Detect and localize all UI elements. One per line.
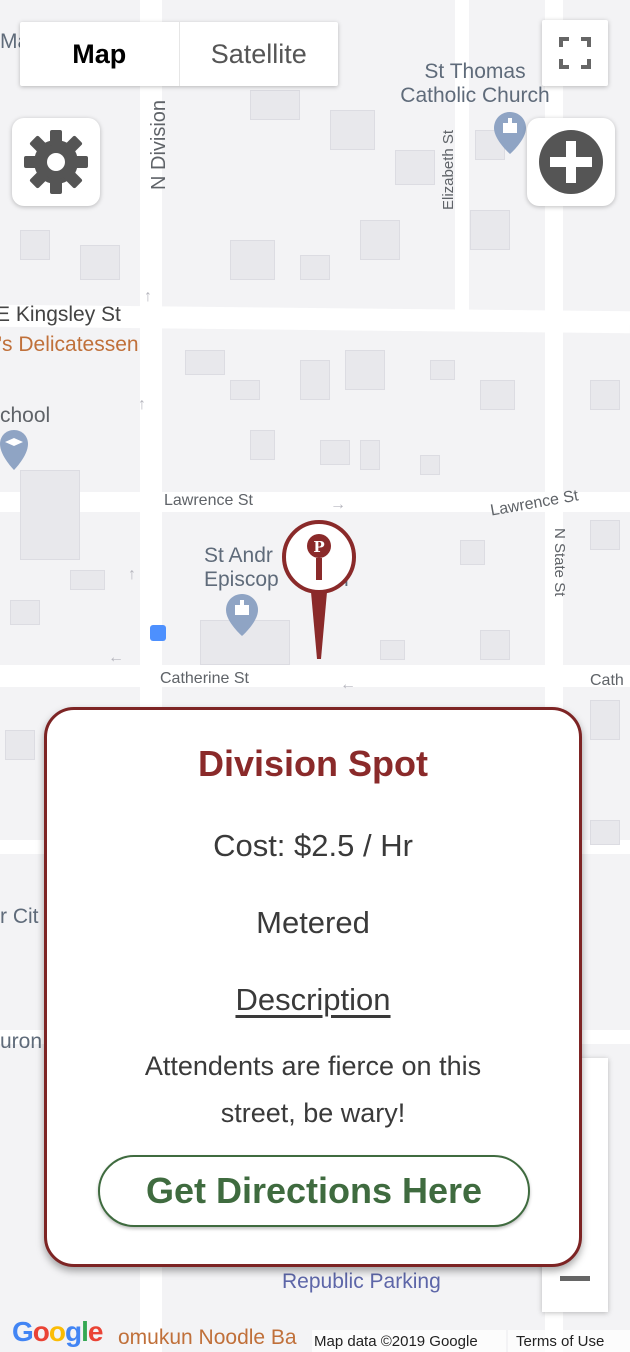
poi-label-delicatessen: 's Delicatessen xyxy=(0,333,139,356)
map-type-map-button[interactable]: Map xyxy=(20,22,179,86)
road xyxy=(455,0,469,330)
map-type-satellite-button[interactable]: Satellite xyxy=(178,22,339,86)
poi-label-st-thomas: St Thomas Catholic Church xyxy=(400,60,550,107)
gear-icon xyxy=(24,130,88,194)
building xyxy=(360,220,400,260)
terms-text: Terms of Use xyxy=(516,1332,605,1350)
church-icon xyxy=(226,594,258,636)
poi-label-noodle: omukun Noodle Ba xyxy=(118,1326,297,1349)
street-label-lawrence-left: Lawrence St xyxy=(164,492,253,509)
plus-circle-icon xyxy=(539,130,603,194)
street-label-n-division: N Division xyxy=(148,99,170,190)
parking-spot-popup: Division Spot Cost: $2.5 / Hr Metered De… xyxy=(44,707,582,1267)
street-label-elizabeth: Elizabeth St xyxy=(440,129,457,210)
building xyxy=(430,360,455,380)
building xyxy=(250,90,300,120)
bus-stop-icon xyxy=(150,625,166,641)
building xyxy=(230,380,260,400)
building xyxy=(330,110,375,150)
description-heading-text: Description xyxy=(235,982,391,1017)
spot-type: Metered xyxy=(256,905,370,940)
map-data-attribution: Map data ©2019 Google xyxy=(312,1330,506,1352)
building xyxy=(590,520,620,550)
building xyxy=(590,380,620,410)
building xyxy=(345,350,385,390)
poi-label-r-cit: r Cit xyxy=(0,905,39,928)
one-way-arrow: ← xyxy=(108,649,124,666)
one-way-arrow: → xyxy=(330,496,346,513)
add-button[interactable] xyxy=(527,118,615,206)
building xyxy=(185,350,225,375)
road xyxy=(0,665,630,687)
description-heading: Description xyxy=(47,982,579,1018)
building xyxy=(20,470,80,560)
building xyxy=(5,730,35,760)
building xyxy=(20,230,50,260)
spot-cost: Cost: $2.5 / Hr xyxy=(213,828,413,863)
building xyxy=(480,380,515,410)
building xyxy=(320,440,350,465)
marker-label: P xyxy=(313,538,324,556)
building xyxy=(590,820,620,845)
building xyxy=(395,150,435,185)
one-way-arrow: ↑ xyxy=(138,396,146,413)
building xyxy=(480,630,510,660)
fullscreen-icon xyxy=(559,37,591,69)
building xyxy=(300,255,330,280)
google-logo[interactable]: Google xyxy=(12,1316,103,1348)
spot-description: Attendents are fierce on this street, be… xyxy=(144,1051,482,1128)
building xyxy=(590,700,620,740)
building xyxy=(460,540,485,565)
school-icon xyxy=(0,430,28,470)
terms-of-use-link[interactable]: Terms of Use xyxy=(508,1330,630,1352)
building xyxy=(80,245,120,280)
poi-label-republic-parking: Republic Parking xyxy=(282,1270,441,1293)
building xyxy=(360,440,380,470)
settings-button[interactable] xyxy=(12,118,100,206)
one-way-arrow: ↑ xyxy=(128,566,136,583)
building xyxy=(10,600,40,625)
spot-title: Division Spot xyxy=(197,743,428,784)
building xyxy=(380,640,405,660)
building xyxy=(70,570,105,590)
one-way-arrow: ← xyxy=(340,676,356,693)
street-label-n-state: N State St xyxy=(551,528,568,597)
building xyxy=(470,210,510,250)
poi-label-uron: uron xyxy=(0,1030,43,1053)
street-label-kingsley: E Kingsley St xyxy=(0,303,121,326)
building xyxy=(250,430,275,460)
poi-label-school: chool xyxy=(0,404,51,427)
one-way-arrow: ↑ xyxy=(144,288,152,305)
building xyxy=(420,455,440,475)
parking-marker-icon[interactable]: P xyxy=(281,519,357,661)
church-icon xyxy=(494,112,526,154)
minus-icon xyxy=(560,1276,590,1281)
building xyxy=(230,240,275,280)
map-type-control: Map Satellite xyxy=(20,22,338,86)
get-directions-button[interactable]: Get Directions Here xyxy=(98,1155,530,1227)
street-label-cath: Cath xyxy=(590,672,624,689)
street-label-catherine: Catherine St xyxy=(160,670,249,687)
fullscreen-button[interactable] xyxy=(542,20,608,86)
building xyxy=(300,360,330,400)
map-data-text: Map data ©2019 Google xyxy=(314,1332,478,1350)
